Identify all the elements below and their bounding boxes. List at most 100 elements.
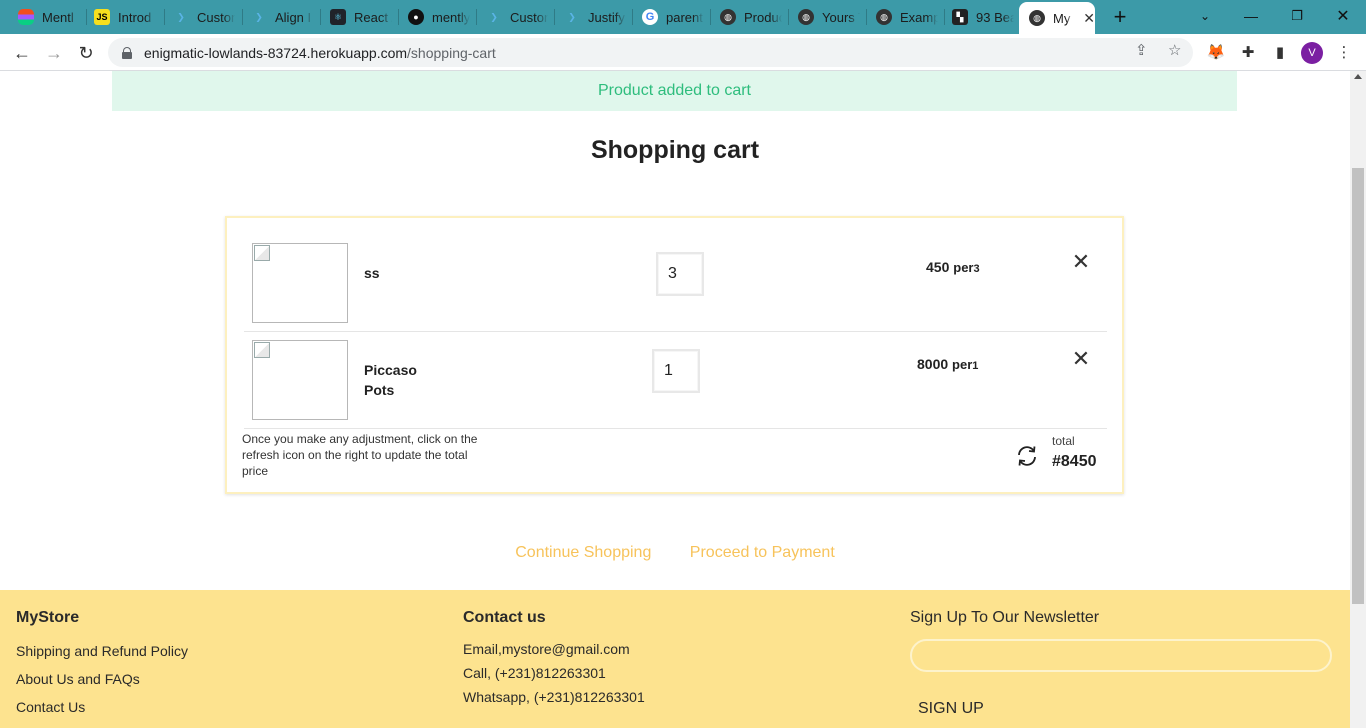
- minimize-button[interactable]: —: [1236, 3, 1266, 29]
- remove-item-icon[interactable]: ✕: [1069, 346, 1093, 371]
- tab-title: Introd: [118, 9, 152, 25]
- web-icon: ❯: [568, 11, 576, 22]
- side-panel-icon[interactable]: ▮: [1270, 42, 1290, 62]
- product-image: [252, 243, 348, 323]
- continue-shopping-link[interactable]: Continue Shopping: [515, 544, 651, 561]
- product-image: [252, 340, 348, 420]
- globe-icon: ◍: [798, 9, 814, 25]
- newsletter-title: Sign Up To Our Newsletter: [910, 609, 1100, 626]
- success-alert: Product added to cart: [112, 71, 1237, 111]
- scrollbar-thumb[interactable]: [1352, 168, 1364, 604]
- browser-tab[interactable]: ❯ Justify: [554, 4, 634, 30]
- web-icon: ❯: [255, 11, 263, 22]
- page-title: Shopping cart: [590, 136, 760, 164]
- globe-icon: ◍: [720, 9, 736, 25]
- close-window-button[interactable]: ✕: [1328, 3, 1358, 29]
- broken-image-icon: [254, 245, 270, 261]
- extensions-icon[interactable]: ✚: [1238, 42, 1258, 62]
- footer-newsletter-column: Sign Up To Our Newsletter SIGN UP: [910, 609, 1332, 718]
- tab-title: Custon: [510, 9, 548, 25]
- tab-title: React A: [354, 9, 392, 25]
- update-note: Once you make any adjustment, click on t…: [242, 432, 478, 478]
- browser-toolbar: ← → ↻ enigmatic-lowlands-83724.herokuapp…: [0, 34, 1366, 71]
- browser-tab[interactable]: ❯ Custon: [476, 4, 556, 30]
- close-tab-icon[interactable]: ✕: [1083, 10, 1095, 27]
- remove-item-icon[interactable]: ✕: [1069, 249, 1093, 274]
- cart-actions: Continue Shopping Proceed to Payment: [0, 544, 1350, 562]
- tab-title: Yours T: [822, 9, 860, 25]
- tab-title: 93 Bea: [976, 9, 1014, 25]
- profile-avatar[interactable]: V: [1301, 42, 1323, 64]
- cart-item: Piccaso Pots 1 8000 per1 ✕: [244, 332, 1107, 429]
- cart-panel: ss 3 450 per3 ✕ Piccaso Pots 1 8000 per1…: [225, 216, 1124, 494]
- address-bar[interactable]: enigmatic-lowlands-83724.herokuapp.com/s…: [108, 38, 1193, 67]
- per-qty: 3: [973, 263, 980, 275]
- browser-tab[interactable]: JS Introd: [84, 4, 164, 30]
- tab-title: parent: [666, 9, 703, 25]
- browser-tab[interactable]: ▚ 93 Bea: [942, 4, 1022, 30]
- broken-image-icon: [254, 342, 270, 358]
- browser-tab[interactable]: ⚛ React A: [320, 4, 400, 30]
- per-label: per: [953, 260, 974, 275]
- browser-tab[interactable]: G parent: [632, 4, 712, 30]
- contact-whatsapp: Whatsapp, (+231)812263301: [463, 689, 645, 705]
- url-path: /shopping-cart: [407, 44, 496, 61]
- metamask-icon[interactable]: 🦊: [1206, 42, 1226, 62]
- price-value: 8000: [917, 356, 949, 372]
- page-viewport: Product added to cart Shopping cart ss 3…: [0, 71, 1350, 728]
- contact-phone: Call, (+231)812263301: [463, 665, 606, 681]
- react-icon: ⚛: [330, 9, 346, 25]
- newsletter-email-input[interactable]: [910, 639, 1332, 672]
- forward-icon[interactable]: →: [40, 39, 68, 67]
- figma-icon: [18, 9, 34, 25]
- browser-tab[interactable]: ◍ Yours T: [788, 4, 868, 30]
- web-icon: ❯: [490, 11, 498, 22]
- back-icon[interactable]: ←: [8, 39, 36, 67]
- share-icon[interactable]: ⇪: [1135, 41, 1148, 59]
- about-faq-link[interactable]: About Us and FAQs: [16, 665, 188, 693]
- product-name: Piccaso Pots: [364, 362, 417, 398]
- contact-us-link[interactable]: Contact Us: [16, 693, 188, 721]
- browser-tab[interactable]: ◍ Exampl: [866, 4, 946, 30]
- per-label: per: [952, 357, 973, 372]
- footer-contact-column: Contact us Email,mystore@gmail.com Call,…: [463, 609, 645, 709]
- app-icon: ▚: [952, 9, 968, 25]
- tab-search-icon[interactable]: ⌄: [1190, 3, 1220, 29]
- reload-icon[interactable]: ↻: [72, 39, 100, 67]
- cart-item: ss 3 450 per3 ✕: [244, 235, 1107, 332]
- footer-store-column: MyStore Shipping and Refund Policy About…: [16, 609, 188, 721]
- google-icon: G: [642, 9, 658, 25]
- tab-title: Exampl: [900, 9, 938, 25]
- price-value: 450: [926, 259, 950, 275]
- menu-icon[interactable]: ⋮: [1334, 42, 1354, 62]
- tab-title: Align I: [275, 9, 312, 25]
- github-icon: ●: [408, 9, 424, 25]
- tab-title: Produc: [744, 9, 782, 25]
- product-name: ss: [364, 265, 380, 281]
- browser-tab[interactable]: Mentl: [8, 4, 88, 30]
- contact-email: Email,mystore@gmail.com: [463, 641, 630, 657]
- footer-contact-title: Contact us: [463, 609, 546, 626]
- new-tab-button[interactable]: +: [1108, 4, 1132, 29]
- browser-tab[interactable]: ❯ Align I: [241, 4, 321, 30]
- js-icon: JS: [94, 9, 110, 25]
- footer-store-title: MyStore: [16, 609, 80, 626]
- restore-button[interactable]: ❐: [1282, 3, 1312, 29]
- browser-tab[interactable]: ◍ Produc: [710, 4, 790, 30]
- site-footer: MyStore Shipping and Refund Policy About…: [0, 590, 1350, 728]
- sign-up-button[interactable]: SIGN UP: [918, 700, 1332, 718]
- page-scrollbar[interactable]: [1350, 71, 1366, 728]
- bookmark-star-icon[interactable]: ☆: [1168, 41, 1181, 59]
- quantity-input[interactable]: 3: [656, 252, 704, 296]
- tab-title: My: [1053, 10, 1071, 26]
- tab-title: Justify: [588, 9, 625, 25]
- browser-tab[interactable]: ● mently: [398, 4, 478, 30]
- browser-tab[interactable]: ❯ Custon: [163, 4, 243, 30]
- browser-tab-active[interactable]: ◍ My ✕: [1019, 2, 1095, 34]
- quantity-input[interactable]: 1: [652, 349, 700, 393]
- proceed-to-payment-link[interactable]: Proceed to Payment: [690, 544, 835, 561]
- scroll-up-arrow-icon[interactable]: [1354, 74, 1362, 79]
- shipping-policy-link[interactable]: Shipping and Refund Policy: [16, 637, 188, 665]
- refresh-icon[interactable]: [1015, 444, 1039, 468]
- per-qty: 1: [972, 360, 979, 372]
